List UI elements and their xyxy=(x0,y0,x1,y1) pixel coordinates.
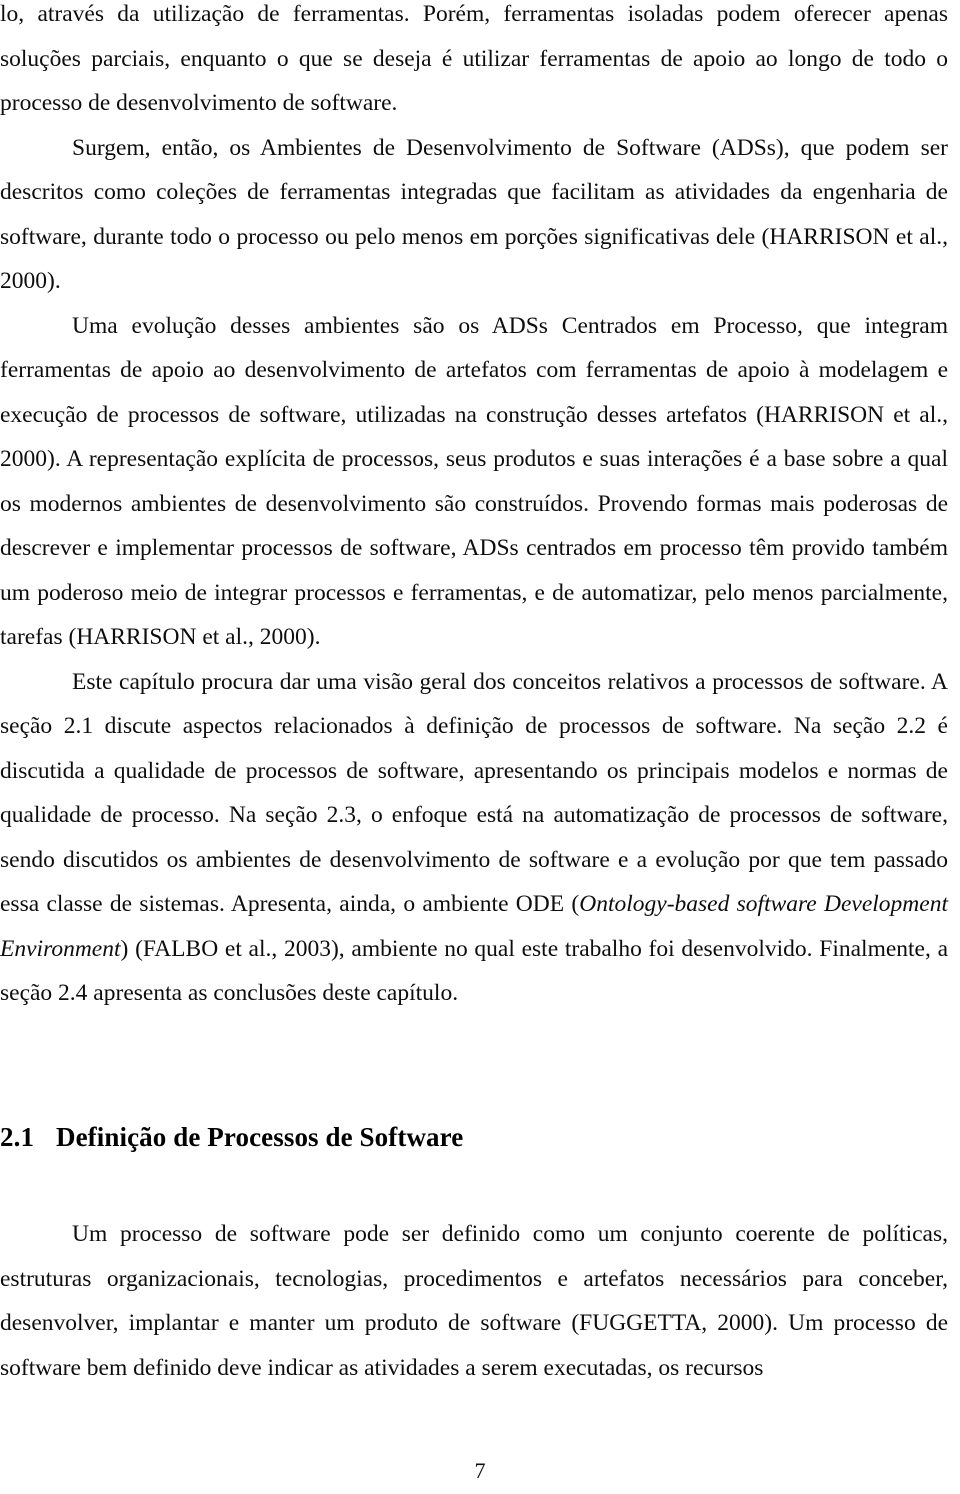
section-heading: 2.1 Definição de Processos de Software xyxy=(0,1122,948,1153)
paragraph-continuation: lo, através da utilização de ferramentas… xyxy=(0,1,948,116)
chapter-overview-part1: Este capítulo procura dar uma visão gera… xyxy=(0,668,948,918)
document-page: lo, através da utilização de ferramentas… xyxy=(0,0,960,1494)
paragraph-process-centered-ads: Uma evolução desses ambientes são os ADS… xyxy=(0,312,948,651)
document-body-upper: lo, através da utilização de ferramentas… xyxy=(0,0,948,1016)
paragraph-ads-definition: Surgem, então, os Ambientes de Desenvolv… xyxy=(0,134,948,295)
section-heading-number: 2.1 xyxy=(0,1122,35,1152)
paragraph-process-definition: Um processo de software pode ser definid… xyxy=(0,1221,948,1381)
chapter-overview-part2: ) (FALBO et al., 2003), ambiente no qual… xyxy=(0,935,948,1007)
paragraph-chapter-overview: Este capítulo procura dar uma visão gera… xyxy=(0,660,948,1016)
section-heading-title: Definição de Processos de Software xyxy=(56,1122,464,1152)
document-body-lower: Um processo de software pode ser definid… xyxy=(0,1212,948,1390)
page-number: 7 xyxy=(474,1458,486,1483)
